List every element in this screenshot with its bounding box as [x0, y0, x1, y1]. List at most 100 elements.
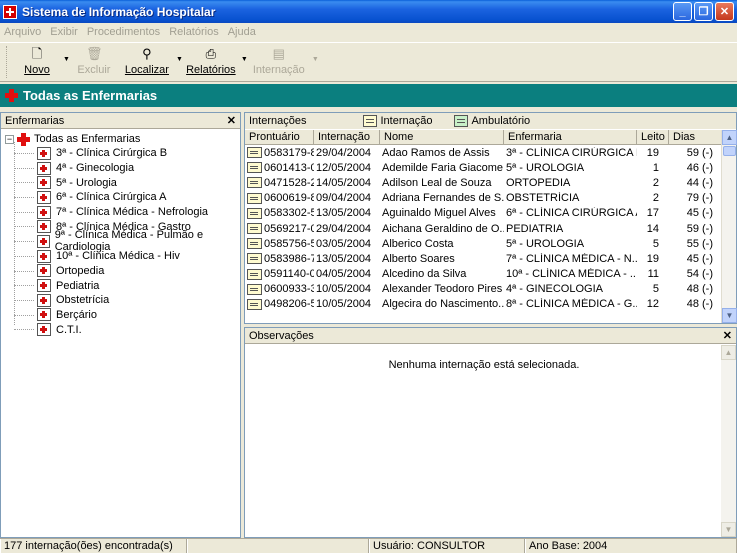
scroll-up-button[interactable]: ▲: [722, 130, 737, 145]
collapse-icon[interactable]: −: [5, 134, 14, 144]
tab-internacao[interactable]: Internação: [363, 115, 432, 127]
table-row[interactable]: 0471528-2 14/05/2004 Adilson Leal de Souza…: [245, 175, 723, 190]
internacoes-grid: Prontuário Internação Nome Enfermaria Le…: [245, 130, 723, 312]
tree-root[interactable]: − Todas as Enfermarias: [1, 132, 240, 146]
table-row[interactable]: 0591140-0 04/05/2004 Alcedino da Silva 10ª …: [245, 267, 723, 282]
cell-dias-text: 46 (-): [686, 161, 713, 174]
table-row[interactable]: 0569217-0 29/04/2004 Aichana Geraldino de …: [245, 221, 723, 236]
cell-internacao: 10/05/2004: [314, 283, 380, 295]
cell-internacao: 04/05/2004: [314, 268, 380, 280]
tab-ambulatorio[interactable]: Ambulatório: [454, 115, 530, 127]
cell-nome: Alberto Soares: [380, 253, 504, 265]
table-row[interactable]: 0585756-5 03/05/2004 Alberico Costa 5ª - UR…: [245, 236, 723, 251]
tree-item-label: 3ª - Clínica Cirúrgica B: [56, 147, 168, 160]
novo-dropdown-arrow[interactable]: ▼: [63, 56, 70, 63]
table-row[interactable]: 0600619-8 09/04/2004 Adriana Fernandes de …: [245, 191, 723, 206]
cell-dias: 44 (-): [669, 177, 723, 189]
localizar-button[interactable]: ⚲ Localizar: [124, 46, 170, 76]
cell-internacao: 10/05/2004: [314, 298, 380, 310]
close-icon[interactable]: ✕: [723, 329, 732, 342]
internacao-button[interactable]: ▤ Internação: [252, 46, 306, 76]
cell-prontuario-text: 0583302-5: [264, 207, 314, 220]
relatorios-dropdown-arrow[interactable]: ▼: [241, 56, 248, 63]
cell-dias: 48 (-): [669, 283, 723, 295]
novo-button[interactable]: 🗋 Novo: [17, 46, 57, 76]
ambulatorio-doc-icon: [454, 115, 469, 127]
tree-item-cti[interactable]: C.T.I.: [1, 322, 240, 337]
tree-item-pediatria[interactable]: Pediatria: [1, 278, 240, 293]
grid-scrollbar[interactable]: ▲ ▼: [721, 130, 737, 323]
table-row[interactable]: 0600933-3 10/05/2004 Alexander Teodoro Pir…: [245, 282, 723, 297]
restore-button[interactable]: ❐: [694, 2, 713, 21]
app-icon[interactable]: [3, 4, 17, 19]
internacao-doc-icon: [247, 162, 262, 174]
internacoes-title: Internações: [249, 115, 307, 127]
tree-item-6-clinica-cirurgica-a[interactable]: 6ª - Clínica Cirúrgica A: [1, 190, 240, 205]
menu-exibir[interactable]: Exibir: [50, 26, 78, 38]
column-nome[interactable]: Nome: [380, 130, 504, 144]
cell-prontuario-text: 0471528-2: [264, 176, 314, 189]
status-ano-base: Ano Base: 2004: [525, 539, 737, 553]
cell-leito-text: 17: [646, 207, 659, 220]
scroll-down-button[interactable]: ▼: [721, 522, 736, 537]
toolbar-grip[interactable]: [6, 46, 9, 78]
menu-arquivo[interactable]: Arquivo: [4, 26, 41, 38]
tree-item-label: 6ª - Clínica Cirúrgica A: [56, 191, 167, 204]
close-button[interactable]: ✕: [715, 2, 734, 21]
tree-item-9-pulmao-cardiologia[interactable]: 9ª - Clínica Médica - Pulmão e Cardiolog…: [1, 229, 240, 253]
close-icon[interactable]: ✕: [227, 114, 236, 127]
column-enfermaria[interactable]: Enfermaria: [504, 130, 637, 144]
cell-enfermaria: 10ª - CLÍNICA MÉDICA - ...: [504, 268, 637, 280]
ward-icon: [37, 234, 50, 248]
cell-enfermaria: 5ª - UROLOGIA: [504, 162, 637, 174]
cell-dias-text: 79 (-): [686, 192, 713, 205]
table-row[interactable]: 0601413-0 12/05/2004 Ademilde Faria Giacom…: [245, 160, 723, 175]
cell-prontuario: 0471528-2: [245, 177, 314, 189]
scroll-thumb[interactable]: [723, 146, 736, 156]
tree-item-bercario[interactable]: Berçário: [1, 308, 240, 323]
tree-item-ortopedia[interactable]: Ortopedia: [1, 264, 240, 279]
tree-item-label: Obstetrícia: [56, 294, 110, 307]
cell-internacao-text: 03/05/2004: [316, 237, 372, 250]
scroll-down-button[interactable]: ▼: [722, 308, 737, 323]
cell-nome-text: Ademilde Faria Giacome...: [382, 161, 504, 174]
excluir-button[interactable]: 🗑 Excluir: [74, 46, 114, 76]
menu-procedimentos[interactable]: Procedimentos: [87, 26, 160, 38]
menu-ajuda[interactable]: Ajuda: [228, 26, 256, 38]
cell-leito-text: 5: [652, 283, 659, 296]
internacao-dropdown-arrow[interactable]: ▼: [312, 56, 319, 63]
observacoes-scrollbar[interactable]: ▲ ▼: [721, 345, 736, 537]
tree-item-label: 5ª - Urologia: [56, 176, 117, 189]
cell-dias: 59 (-): [669, 223, 723, 235]
column-internacao[interactable]: Internação: [314, 130, 380, 144]
cell-leito: 19: [637, 253, 669, 265]
cell-enfermaria: 8ª - CLÍNICA MÉDICA - G...: [504, 298, 637, 310]
cell-prontuario: 0585756-5: [245, 238, 314, 250]
excluir-label: Excluir: [77, 64, 111, 76]
window-title: Sistema de Informação Hospitalar: [22, 4, 216, 19]
cell-enfermaria-text: OBSTETRÍCIA: [506, 192, 580, 205]
localizar-dropdown-arrow[interactable]: ▼: [176, 56, 183, 63]
table-row[interactable]: 0498206-5 10/05/2004 Algecira do Nasciment…: [245, 297, 723, 312]
ward-icon: [37, 220, 51, 234]
scroll-up-button[interactable]: ▲: [721, 345, 736, 360]
tree-item-5-urologia[interactable]: 5ª - Urologia: [1, 175, 240, 190]
column-dias[interactable]: Dias: [669, 130, 723, 144]
cell-enfermaria: OBSTETRÍCIA: [504, 192, 637, 204]
tree-item-4-ginecologia[interactable]: 4ª - Ginecologia: [1, 161, 240, 176]
tree-item-obstetricia[interactable]: Obstetrícia: [1, 293, 240, 308]
cell-enfermaria: 3ª - CLÍNICA CIRÚRGICA B: [504, 147, 637, 159]
tree-item-3-clinica-cirurgica-b[interactable]: 3ª - Clínica Cirúrgica B: [1, 146, 240, 161]
cell-leito: 17: [637, 207, 669, 219]
table-row[interactable]: 0583986-7 13/05/2004 Alberto Soares 7ª - CL…: [245, 251, 723, 266]
table-row[interactable]: 0583302-5 13/05/2004 Aguinaldo Miguel Alve…: [245, 206, 723, 221]
relatorios-button[interactable]: ⎙ Relatórios: [186, 46, 236, 76]
column-leito[interactable]: Leito: [637, 130, 669, 144]
tree-item-7-nefrologia[interactable]: 7ª - Clínica Médica - Nefrologia: [1, 205, 240, 220]
column-prontuario[interactable]: Prontuário: [245, 130, 314, 144]
menu-relatorios[interactable]: Relatórios: [169, 26, 219, 38]
cell-dias: 79 (-): [669, 192, 723, 204]
table-row[interactable]: 0583179-8 29/04/2004 Adao Ramos de Assis 3ª…: [245, 145, 723, 160]
minimize-button[interactable]: _: [673, 2, 692, 21]
tree-item-10-hiv[interactable]: 10ª - Clínica Médica - Hiv: [1, 249, 240, 264]
